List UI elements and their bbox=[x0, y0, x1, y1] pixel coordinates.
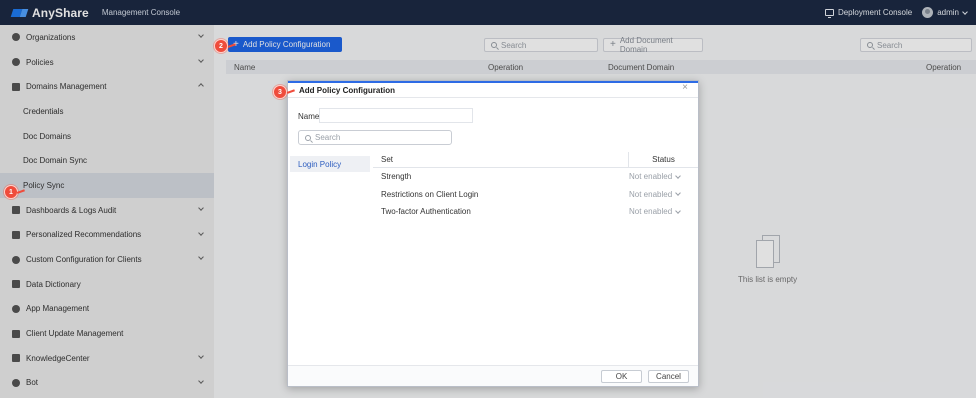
chevron-down-icon bbox=[675, 207, 681, 214]
policy-search-input[interactable]: Search bbox=[298, 130, 452, 145]
add-policy-configuration-dialog: Add Policy Configuration × Name: Search … bbox=[287, 80, 699, 387]
step-marker-3: 3 bbox=[273, 85, 287, 99]
set-column-header: Set bbox=[381, 155, 394, 164]
status-dropdown[interactable]: Not enabled bbox=[626, 172, 698, 181]
set-cell: Strength bbox=[381, 172, 412, 182]
table-row: Two-factor Authentication Not enabled bbox=[373, 203, 698, 221]
set-cell: Two-factor Authentication bbox=[381, 207, 471, 217]
status-dropdown[interactable]: Not enabled bbox=[626, 190, 698, 199]
policy-table-header: Set Status bbox=[373, 152, 698, 168]
table-row: Restrictions on Client Login Not enabled bbox=[373, 186, 698, 204]
set-cell: Restrictions on Client Login bbox=[381, 189, 479, 199]
dialog-title: Add Policy Configuration bbox=[299, 86, 395, 95]
status-value: Not enabled bbox=[629, 172, 673, 182]
chevron-down-icon bbox=[675, 172, 681, 179]
status-column-header: Status bbox=[652, 155, 675, 164]
dialog-footer: OK Cancel bbox=[288, 365, 698, 386]
chevron-down-icon bbox=[675, 190, 681, 197]
login-policy-tab[interactable]: Login Policy bbox=[290, 156, 370, 172]
status-dropdown[interactable]: Not enabled bbox=[626, 207, 698, 216]
status-value: Not enabled bbox=[629, 189, 673, 199]
search-placeholder: Search bbox=[315, 133, 341, 142]
ok-button[interactable]: OK bbox=[601, 370, 642, 383]
policy-table: Set Status Strength Not enabled Restrict… bbox=[373, 152, 698, 221]
cancel-button[interactable]: Cancel bbox=[648, 370, 689, 383]
name-input[interactable] bbox=[319, 108, 473, 123]
table-row: Strength Not enabled bbox=[373, 168, 698, 186]
step-marker-2: 2 bbox=[214, 39, 228, 53]
close-icon[interactable]: × bbox=[680, 83, 690, 93]
search-icon bbox=[305, 134, 311, 141]
status-value: Not enabled bbox=[629, 207, 673, 217]
